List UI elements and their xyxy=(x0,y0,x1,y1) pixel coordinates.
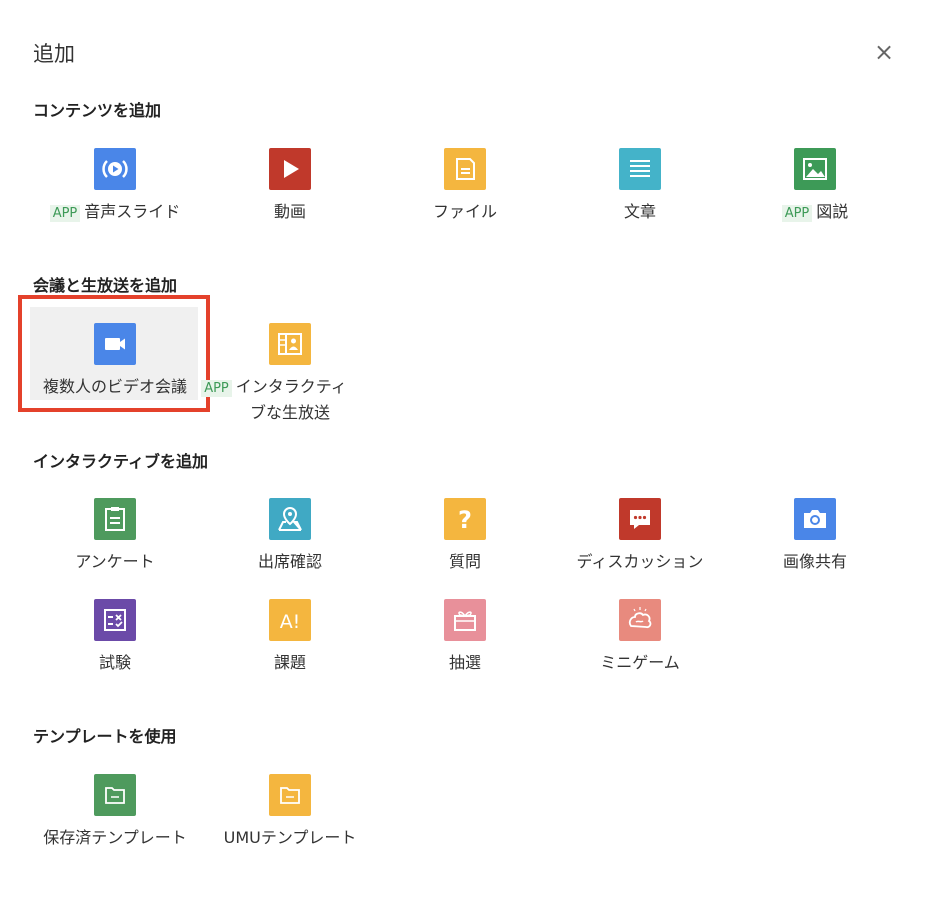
tile-audio-slide[interactable]: APP 音声スライド xyxy=(30,148,200,226)
image-icon xyxy=(794,148,836,190)
app-badge: APP xyxy=(49,205,81,222)
assignment-icon: A! xyxy=(269,599,311,641)
map-pin-icon xyxy=(269,498,311,540)
lines-icon xyxy=(619,148,661,190)
tile-video[interactable]: 動画 xyxy=(205,148,375,224)
chat-icon xyxy=(619,498,661,540)
close-icon: × xyxy=(873,38,895,66)
tile-label-umu-template: UMUテンプレート xyxy=(223,828,357,847)
tile-label-survey: アンケート xyxy=(75,552,155,571)
folder-icon xyxy=(94,774,136,816)
camera-icon xyxy=(794,498,836,540)
play-icon xyxy=(269,148,311,190)
tile-label-discussion: ディスカッション xyxy=(576,552,704,571)
tile-label-image-share: 画像共有 xyxy=(782,552,847,571)
tile-survey[interactable]: アンケート xyxy=(30,498,200,574)
tile-video-meeting[interactable]: 複数人のビデオ会議 xyxy=(30,323,200,399)
tile-label-file: ファイル xyxy=(432,202,497,221)
tile-label-lottery: 抽選 xyxy=(448,653,481,672)
tile-label-mini-game: ミニゲーム xyxy=(600,653,680,672)
tile-label-article: 文章 xyxy=(623,202,656,221)
play-circle-icon xyxy=(94,148,136,190)
tile-label-live-broadcast-line1: インタラクティ xyxy=(235,377,347,396)
tile-saved-template[interactable]: 保存済テンプレート xyxy=(30,774,200,850)
app-badge: APP xyxy=(781,205,813,222)
tile-live-broadcast[interactable]: APP インタラクティ ブな生放送 xyxy=(201,323,375,425)
question-icon: ? xyxy=(444,498,486,540)
tile-image-share[interactable]: 画像共有 xyxy=(730,498,900,574)
svg-text:A!: A! xyxy=(280,611,301,633)
tile-attendance[interactable]: 出席確認 xyxy=(205,498,375,574)
tile-label-illustration: 図説 xyxy=(816,202,849,221)
tile-label-video: 動画 xyxy=(273,202,306,221)
tile-label-assignment: 課題 xyxy=(273,653,306,672)
tile-label-exam: 試験 xyxy=(98,653,131,672)
tile-label-attendance: 出席確認 xyxy=(257,552,322,571)
folder-icon xyxy=(269,774,311,816)
tile-question[interactable]: ? 質問 xyxy=(380,498,550,574)
brain-icon xyxy=(619,599,661,641)
tile-article[interactable]: 文章 xyxy=(555,148,725,224)
tile-lottery[interactable]: 抽選 xyxy=(380,599,550,675)
gift-icon xyxy=(444,599,486,641)
tile-mini-game[interactable]: ミニゲーム xyxy=(555,599,725,675)
video-camera-icon xyxy=(94,323,136,365)
tile-file[interactable]: ファイル xyxy=(380,148,550,224)
section-title-meeting: 会議と生放送を追加 xyxy=(33,276,178,295)
close-button[interactable]: × xyxy=(870,38,898,66)
tile-discussion[interactable]: ディスカッション xyxy=(555,498,725,574)
app-badge: APP xyxy=(201,380,232,397)
tile-label-saved-template: 保存済テンプレート xyxy=(43,828,187,847)
broadcast-icon xyxy=(269,323,311,365)
tile-umu-template[interactable]: UMUテンプレート xyxy=(205,774,375,850)
dialog-title: 追加 xyxy=(33,42,75,66)
exam-icon xyxy=(94,599,136,641)
file-icon xyxy=(444,148,486,190)
tile-label-audio-slide: 音声スライド xyxy=(84,202,181,221)
section-title-interactive: インタラクティブを追加 xyxy=(33,452,209,471)
section-title-content: コンテンツを追加 xyxy=(33,101,162,120)
tile-assignment[interactable]: A! 課題 xyxy=(205,599,375,675)
svg-text:?: ? xyxy=(458,506,472,534)
section-title-template: テンプレートを使用 xyxy=(33,727,177,746)
tile-label-live-broadcast-line2: ブな生放送 xyxy=(249,403,330,422)
tile-illustration[interactable]: APP 図説 xyxy=(730,148,900,226)
clipboard-icon xyxy=(94,498,136,540)
tile-exam[interactable]: 試験 xyxy=(30,599,200,675)
tile-label-video-meeting: 複数人のビデオ会議 xyxy=(42,377,187,396)
tile-label-question: 質問 xyxy=(448,552,481,571)
